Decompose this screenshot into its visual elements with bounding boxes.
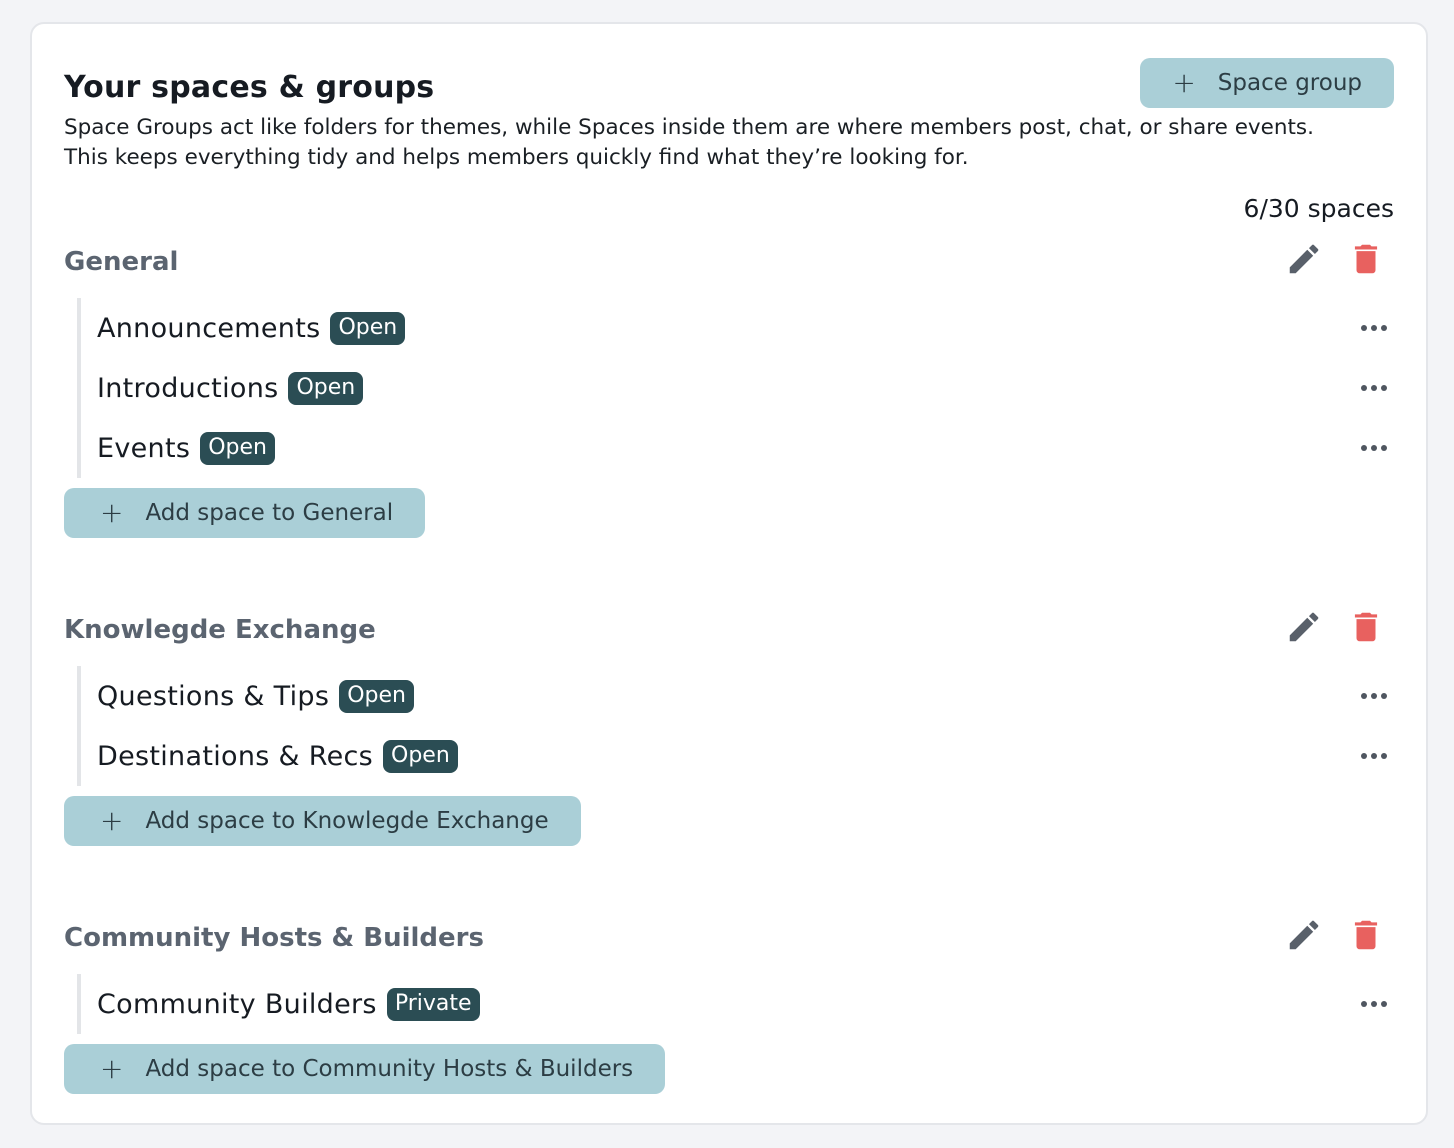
- add-space-button[interactable]: + Add space to Community Hosts & Builder…: [64, 1044, 666, 1094]
- more-horizontal-icon[interactable]: [1354, 988, 1394, 1020]
- space-row[interactable]: Questions & Tips Open: [97, 666, 1394, 726]
- add-space-label: Add space to General: [145, 500, 394, 526]
- add-space-button[interactable]: + Add space to Knowlegde Exchange: [64, 796, 581, 846]
- add-space-label: Add space to Community Hosts & Builders: [145, 1056, 634, 1082]
- group-header: Community Hosts & Builders: [64, 915, 1394, 965]
- pencil-icon[interactable]: [1284, 915, 1324, 955]
- pencil-icon[interactable]: [1284, 239, 1324, 279]
- space-name: Community Builders: [97, 988, 377, 1020]
- trash-icon[interactable]: [1346, 607, 1386, 647]
- space-row[interactable]: Announcements Open: [97, 298, 1394, 358]
- space-name: Introductions: [97, 372, 279, 404]
- add-space-wrap: + Add space to Community Hosts & Builder…: [64, 1044, 1394, 1094]
- space-name: Announcements: [97, 312, 321, 344]
- space-list: Announcements Open Introductions Open Ev…: [77, 298, 1394, 478]
- more-horizontal-icon[interactable]: [1354, 740, 1394, 772]
- add-space-wrap: + Add space to Knowlegde Exchange: [64, 796, 1394, 846]
- space-row[interactable]: Destinations & Recs Open: [97, 726, 1394, 786]
- group-actions: [1284, 239, 1386, 279]
- add-space-button[interactable]: + Add space to General: [64, 488, 426, 538]
- space-row[interactable]: Events Open: [97, 418, 1394, 478]
- space-name: Questions & Tips: [97, 680, 330, 712]
- add-space-label: Add space to Knowlegde Exchange: [145, 808, 549, 834]
- visibility-badge: Open: [330, 311, 406, 345]
- space-group-general: General Announcements Open Introductions…: [64, 239, 1394, 538]
- page-description: Space Groups act like folders for themes…: [64, 113, 1394, 173]
- add-space-group-label: Space group: [1217, 70, 1362, 96]
- group-header: Knowlegde Exchange: [64, 607, 1394, 657]
- add-space-wrap: + Add space to General: [64, 488, 1394, 538]
- group-actions: [1284, 607, 1386, 647]
- space-group-community-hosts: Community Hosts & Builders Community Bui…: [64, 915, 1394, 1094]
- add-space-group-button[interactable]: + Space group: [1140, 58, 1394, 108]
- space-name: Events: [97, 432, 191, 464]
- trash-icon[interactable]: [1346, 915, 1386, 955]
- group-title: General: [64, 247, 179, 277]
- space-group-knowledge-exchange: Knowlegde Exchange Questions & Tips Open…: [64, 607, 1394, 846]
- plus-icon: +: [1172, 66, 1196, 99]
- space-name: Destinations & Recs: [97, 740, 373, 772]
- group-actions: [1284, 915, 1386, 955]
- spaces-card: Your spaces & groups + Space group Space…: [30, 22, 1428, 1125]
- space-list: Community Builders Private: [77, 974, 1394, 1034]
- visibility-badge: Open: [383, 739, 458, 773]
- plus-icon: +: [100, 1052, 124, 1085]
- plus-icon: +: [100, 804, 124, 837]
- plus-icon: +: [100, 496, 124, 529]
- space-list: Questions & Tips Open Destinations & Rec…: [77, 666, 1394, 786]
- trash-icon[interactable]: [1346, 239, 1386, 279]
- page-title: Your spaces & groups: [64, 70, 435, 105]
- visibility-badge: Private: [386, 987, 480, 1021]
- space-row[interactable]: Introductions Open: [97, 358, 1394, 418]
- visibility-badge: Open: [200, 431, 275, 465]
- more-horizontal-icon[interactable]: [1354, 680, 1394, 712]
- group-title: Community Hosts & Builders: [64, 923, 484, 953]
- space-row[interactable]: Community Builders Private: [97, 974, 1394, 1034]
- description-line-1: Space Groups act like folders for themes…: [64, 115, 1314, 140]
- group-title: Knowlegde Exchange: [64, 615, 376, 645]
- visibility-badge: Open: [339, 679, 414, 713]
- group-header: General: [64, 239, 1394, 289]
- space-count: 6/30 spaces: [1243, 194, 1394, 223]
- more-horizontal-icon[interactable]: [1354, 312, 1394, 344]
- pencil-icon[interactable]: [1284, 607, 1324, 647]
- visibility-badge: Open: [288, 371, 364, 405]
- more-horizontal-icon[interactable]: [1354, 432, 1394, 464]
- description-line-2: This keeps everything tidy and helps mem…: [64, 145, 969, 170]
- more-horizontal-icon[interactable]: [1354, 372, 1394, 404]
- card-header: Your spaces & groups + Space group: [64, 54, 1394, 114]
